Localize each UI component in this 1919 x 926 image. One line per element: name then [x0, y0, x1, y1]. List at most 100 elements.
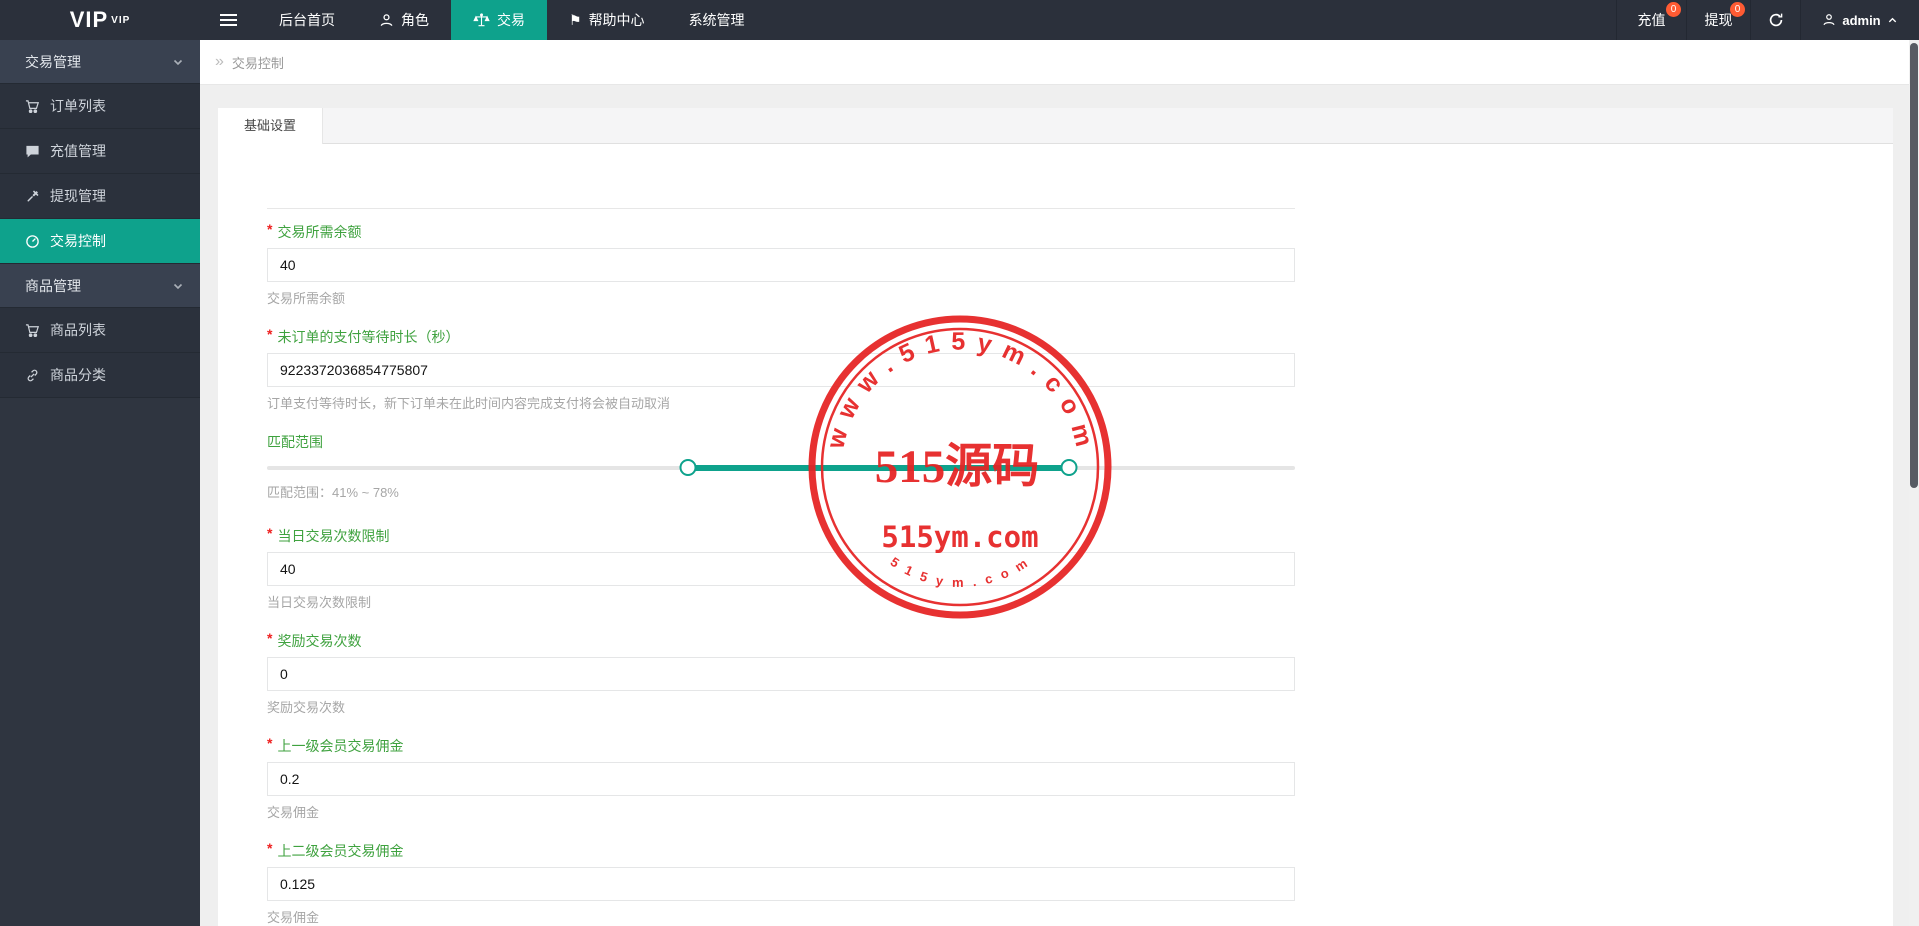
- recharge-badge: 0: [1666, 2, 1681, 17]
- nav-item-label: 帮助中心: [588, 12, 645, 28]
- nav-item-trade[interactable]: 交易: [451, 0, 547, 40]
- level1-commission-input[interactable]: [267, 762, 1295, 796]
- field-label: 奖励交易次数: [277, 633, 362, 649]
- field-label: 未订单的支付等待时长（秒）: [277, 329, 460, 345]
- logo-sup-text: VIP: [111, 14, 131, 26]
- comment-icon: [26, 145, 39, 157]
- admin-username: admin: [1842, 12, 1881, 28]
- flag-icon: ⚑: [569, 12, 582, 28]
- withdraw-badge: 0: [1730, 2, 1745, 17]
- field-match-range: 匹配范围 匹配范围：41% ~ 78%: [267, 432, 1295, 502]
- sidebar-item-product-category[interactable]: 商品分类: [0, 353, 200, 398]
- cart-icon: [25, 99, 40, 113]
- chevron-down-icon: [173, 59, 183, 66]
- nav-right-group: 充值 0 提现 0 admin: [1616, 0, 1919, 40]
- sidebar-item-order-list[interactable]: 订单列表: [0, 84, 200, 129]
- field-hint: 当日交易次数限制: [267, 595, 372, 610]
- range-selected-bar: [688, 465, 1069, 471]
- daily-trade-limit-input[interactable]: [267, 552, 1295, 586]
- nav-item-system[interactable]: 系统管理: [667, 0, 767, 40]
- required-asterisk: *: [267, 326, 273, 342]
- range-handle-min[interactable]: [679, 459, 697, 476]
- field-label: 当日交易次数限制: [277, 528, 390, 544]
- recharge-button[interactable]: 充值 0: [1616, 0, 1686, 40]
- required-asterisk: *: [267, 735, 273, 751]
- withdraw-button[interactable]: 提现 0: [1686, 0, 1750, 40]
- sidebar-group-label: 交易管理: [25, 54, 81, 70]
- payment-wait-time-input[interactable]: [267, 353, 1295, 387]
- refresh-icon: [1769, 13, 1782, 27]
- breadcrumb: » 交易控制: [200, 40, 1919, 85]
- content-panel: 基础设置 * 交易所需余额 交易所需余额 * 未订单的支付等待时长（秒） 订单支…: [218, 108, 1893, 926]
- scrollbar-thumb[interactable]: [1910, 43, 1918, 488]
- gauge-icon: [26, 234, 39, 248]
- sidebar-item-label: 商品分类: [50, 367, 106, 383]
- required-asterisk: *: [267, 221, 273, 237]
- field-level1-commission: * 上一级会员交易佣金 交易佣金: [267, 735, 1295, 822]
- nav-item-label: 角色: [401, 12, 429, 28]
- reward-trade-count-input[interactable]: [267, 657, 1295, 691]
- field-label-row: * 上一级会员交易佣金: [267, 735, 1295, 756]
- sidebar-item-label: 订单列表: [50, 98, 106, 114]
- tab-basic-settings[interactable]: 基础设置: [218, 108, 324, 144]
- sidebar-item-trade-control[interactable]: 交易控制: [0, 219, 200, 264]
- settings-form: * 交易所需余额 交易所需余额 * 未订单的支付等待时长（秒） 订单支付等待时长…: [267, 208, 1295, 926]
- field-hint: 交易所需余额: [267, 291, 346, 306]
- field-label-row: * 交易所需余额: [267, 221, 1295, 242]
- user-icon: [380, 13, 393, 26]
- field-hint: 交易佣金: [267, 910, 320, 925]
- nav-item-home[interactable]: 后台首页: [257, 0, 357, 40]
- breadcrumb-arrow-icon: »: [215, 53, 224, 70]
- required-balance-input[interactable]: [267, 248, 1295, 282]
- field-hint: 订单支付等待时长，新下订单未在此时间内容完成支付将会被自动取消: [267, 396, 671, 411]
- field-hint: 匹配范围：41% ~ 78%: [267, 485, 399, 500]
- nav-item-label: 系统管理: [688, 12, 745, 28]
- withdraw-label: 提现: [1704, 12, 1733, 28]
- admin-menu-button[interactable]: admin: [1800, 0, 1919, 40]
- field-daily-trade-limit: * 当日交易次数限制 当日交易次数限制: [267, 525, 1295, 612]
- field-label-row: * 未订单的支付等待时长（秒）: [267, 326, 1295, 347]
- cart-icon: [25, 323, 40, 337]
- sidebar-item-label: 商品列表: [50, 322, 106, 338]
- nav-item-help[interactable]: ⚑ 帮助中心: [547, 0, 667, 40]
- hamburger-icon: [220, 14, 237, 16]
- required-asterisk: *: [267, 840, 273, 856]
- sidebar-item-withdraw-management[interactable]: 提现管理: [0, 174, 200, 219]
- nav-item-label: 交易: [497, 12, 525, 28]
- range-handle-max[interactable]: [1060, 459, 1078, 476]
- field-required-balance: * 交易所需余额 交易所需余额: [267, 221, 1295, 308]
- field-label-row: * 上二级会员交易佣金: [267, 840, 1295, 861]
- chevron-down-icon: [173, 283, 183, 290]
- logo-text: VIP: [69, 7, 109, 32]
- field-hint: 奖励交易次数: [267, 700, 346, 715]
- field-label: 上一级会员交易佣金: [277, 738, 404, 754]
- refresh-button[interactable]: [1750, 0, 1800, 40]
- level2-commission-input[interactable]: [267, 867, 1295, 901]
- tab-bar: 基础设置: [218, 108, 1893, 144]
- sidebar-group-trade-management[interactable]: 交易管理: [0, 40, 200, 84]
- sidebar-group-product-management[interactable]: 商品管理: [0, 264, 200, 308]
- recharge-label: 充值: [1637, 12, 1666, 28]
- top-navbar: VIPVIP 后台首页 角色 交易 ⚑ 帮助中心 系统管理 充值 0 提现 0: [0, 0, 1919, 40]
- field-label: 匹配范围: [267, 434, 323, 450]
- scales-icon: [473, 12, 490, 26]
- vertical-scrollbar[interactable]: [1909, 40, 1919, 926]
- sidebar-group-label: 商品管理: [25, 278, 81, 294]
- field-hint: 交易佣金: [267, 805, 320, 820]
- field-payment-wait-time: * 未订单的支付等待时长（秒） 订单支付等待时长，新下订单未在此时间内容完成支付…: [267, 326, 1295, 413]
- match-range-slider: [267, 458, 1295, 478]
- field-label: 交易所需余额: [277, 224, 362, 240]
- field-label: 上二级会员交易佣金: [277, 843, 404, 859]
- breadcrumb-title: 交易控制: [231, 55, 284, 71]
- sidebar-item-product-list[interactable]: 商品列表: [0, 308, 200, 353]
- nav-item-roles[interactable]: 角色: [357, 0, 451, 40]
- sidebar: 交易管理 订单列表 充值管理 提现管理 交易控制 商品管理 商品列表 商品分类: [0, 40, 200, 926]
- required-asterisk: *: [267, 630, 273, 646]
- chevron-up-icon: [1888, 17, 1896, 22]
- field-label-row: 匹配范围: [267, 432, 1295, 452]
- sidebar-item-recharge-management[interactable]: 充值管理: [0, 129, 200, 174]
- sidebar-toggle-button[interactable]: [200, 0, 257, 40]
- field-reward-trade-count: * 奖励交易次数 奖励交易次数: [267, 630, 1295, 717]
- tab-label: 基础设置: [244, 118, 297, 133]
- user-icon: [1823, 14, 1835, 26]
